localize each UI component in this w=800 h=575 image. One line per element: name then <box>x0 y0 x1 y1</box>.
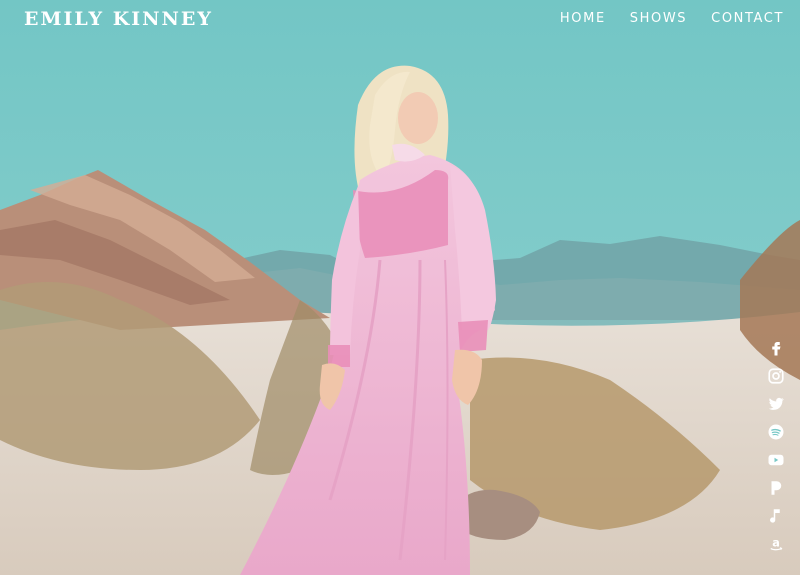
twitter-icon[interactable] <box>766 394 786 414</box>
instagram-icon[interactable] <box>766 366 786 386</box>
hero-image <box>0 0 800 575</box>
facebook-icon[interactable] <box>766 338 786 358</box>
top-bar: EMILY KINNEY HOME SHOWS CONTACT <box>0 0 800 40</box>
spotify-icon[interactable] <box>766 422 786 442</box>
site-logo[interactable]: EMILY KINNEY <box>24 8 213 30</box>
nav-home-link[interactable]: HOME <box>560 11 606 26</box>
main-nav: HOME SHOWS CONTACT <box>560 11 784 26</box>
nav-contact-link[interactable]: CONTACT <box>711 11 784 26</box>
social-links: a <box>766 338 786 554</box>
nav-shows-link[interactable]: SHOWS <box>630 11 687 26</box>
amazon-icon[interactable]: a <box>766 534 786 554</box>
pandora-icon[interactable] <box>766 478 786 498</box>
youtube-icon[interactable] <box>766 450 786 470</box>
music-note-icon[interactable] <box>766 506 786 526</box>
svg-text:a: a <box>772 536 780 549</box>
